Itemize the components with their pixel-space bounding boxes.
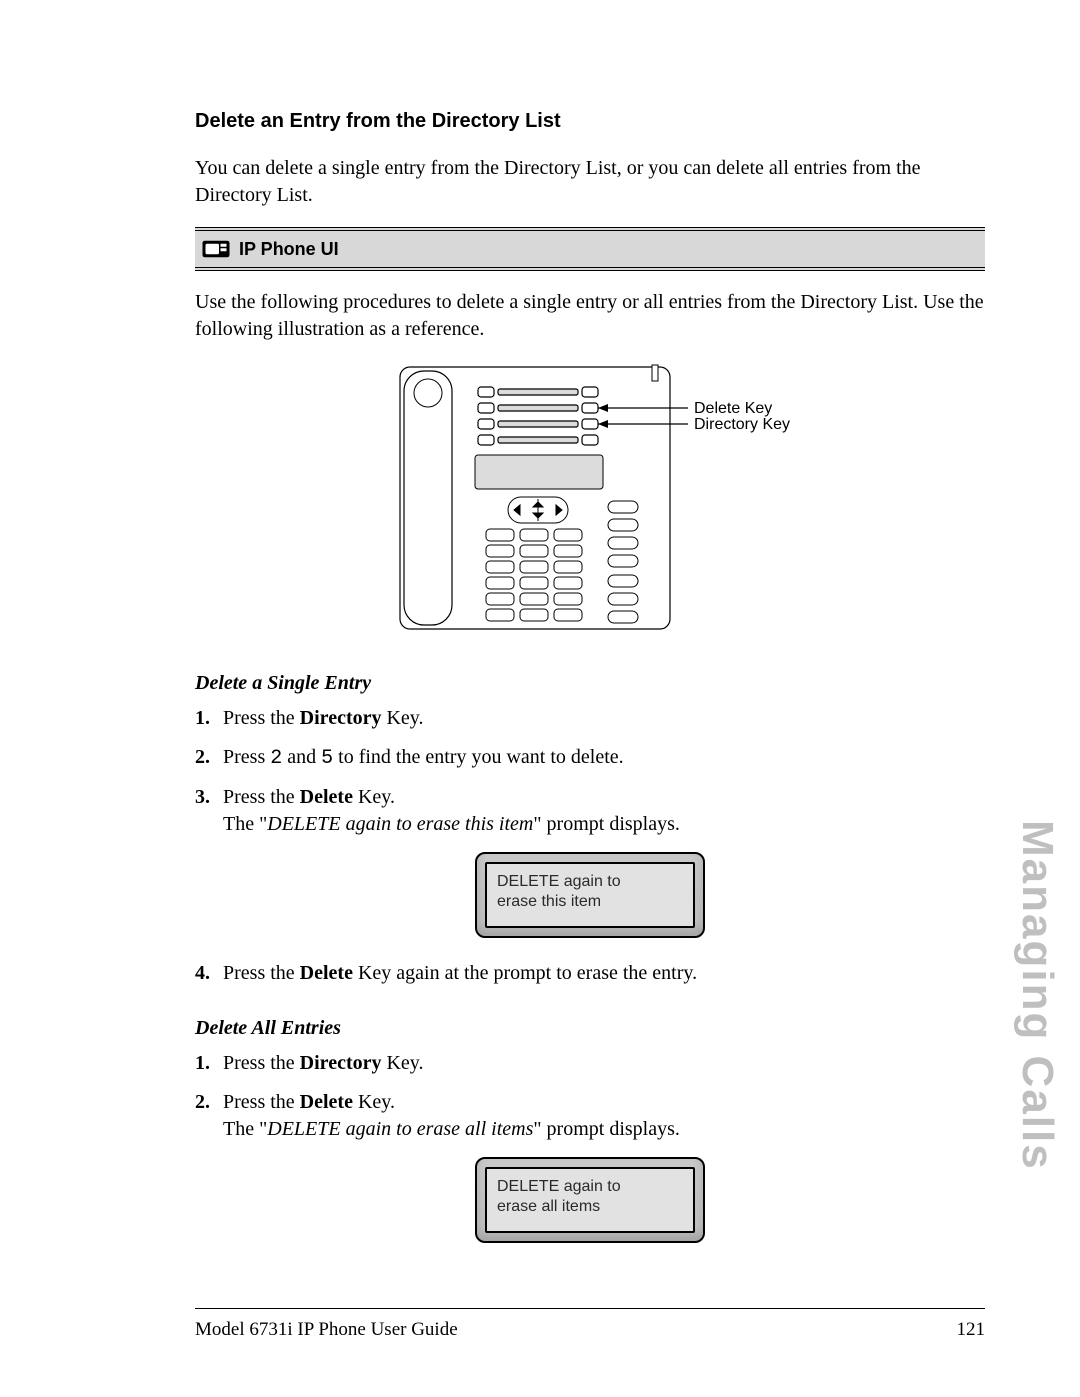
- single-entry-heading: Delete a Single Entry: [195, 672, 985, 695]
- list-item: Press the Directory Key.: [195, 705, 985, 732]
- intro-paragraph: You can delete a single entry from the D…: [195, 155, 985, 209]
- step-text: Key.: [381, 1052, 423, 1074]
- phone-label-directory-key: Directory Key: [694, 416, 790, 433]
- list-item: Press the Delete Key. The "DELETE again …: [195, 1089, 985, 1143]
- step-text: Key.: [353, 786, 395, 808]
- lcd-line: erase this item: [497, 892, 683, 912]
- list-item: Press the Delete Key. The "DELETE again …: [195, 784, 985, 838]
- phone-label-delete-key: Delete Key: [694, 400, 772, 417]
- procedure-lead: Use the following procedures to delete a…: [195, 289, 985, 343]
- single-entry-steps: Press the Directory Key. Press 2 and 5 t…: [195, 705, 985, 838]
- list-item: Press 2 and 5 to find the entry you want…: [195, 744, 985, 772]
- all-entries-heading: Delete All Entries: [195, 1017, 985, 1040]
- lcd-screenshot-single: DELETE again to erase this item: [475, 852, 705, 938]
- prompt-name: DELETE again to erase all items: [267, 1118, 533, 1140]
- callout-bar: IP Phone UI: [195, 227, 985, 271]
- lcd-screenshot-all: DELETE again to erase all items: [475, 1157, 705, 1243]
- page-number: 121: [957, 1319, 986, 1341]
- section-heading: Delete an Entry from the Directory List: [195, 110, 985, 133]
- step-text: Key.: [353, 1091, 395, 1113]
- key-name: Delete: [300, 962, 353, 984]
- step-text: " prompt displays.: [533, 813, 680, 835]
- side-tab: Managing Calls: [1012, 820, 1062, 1171]
- callout-bar-label: IP Phone UI: [239, 239, 339, 260]
- prompt-name: DELETE again to erase this item: [267, 813, 533, 835]
- phone-illustration: Delete Key Directory Key: [195, 361, 985, 642]
- lcd-line: erase all items: [497, 1197, 683, 1217]
- step-text: and: [282, 746, 321, 768]
- step-text: Press the: [223, 786, 300, 808]
- all-entries-steps: Press the Directory Key. Press the Delet…: [195, 1050, 985, 1143]
- key-name: Directory: [300, 1052, 382, 1074]
- step-text: to find the entry you want to delete.: [333, 746, 623, 768]
- lcd-line: DELETE again to: [497, 872, 683, 892]
- step-text: " prompt displays.: [533, 1118, 680, 1140]
- key-glyph: 5: [321, 747, 333, 770]
- step-text: Key.: [381, 707, 423, 729]
- list-item: Press the Directory Key.: [195, 1050, 985, 1077]
- key-name: Directory: [300, 707, 382, 729]
- step-text: Press the: [223, 1052, 300, 1074]
- step-text: Press the: [223, 962, 300, 984]
- key-name: Delete: [300, 1091, 353, 1113]
- step-text: The ": [223, 813, 267, 835]
- list-item: Press the Delete Key again at the prompt…: [195, 960, 985, 987]
- key-glyph: 2: [270, 747, 282, 770]
- lcd-line: DELETE again to: [497, 1177, 683, 1197]
- phone-ui-icon: [201, 237, 231, 261]
- step-text: The ": [223, 1118, 267, 1140]
- step-text: Key again at the prompt to erase the ent…: [353, 962, 697, 984]
- step-text: Press the: [223, 707, 300, 729]
- footer-title: Model 6731i IP Phone User Guide: [195, 1319, 458, 1341]
- step-text: Press the: [223, 1091, 300, 1113]
- step-text: Press: [223, 746, 270, 768]
- key-name: Delete: [300, 786, 353, 808]
- single-entry-steps-cont: Press the Delete Key again at the prompt…: [195, 960, 985, 987]
